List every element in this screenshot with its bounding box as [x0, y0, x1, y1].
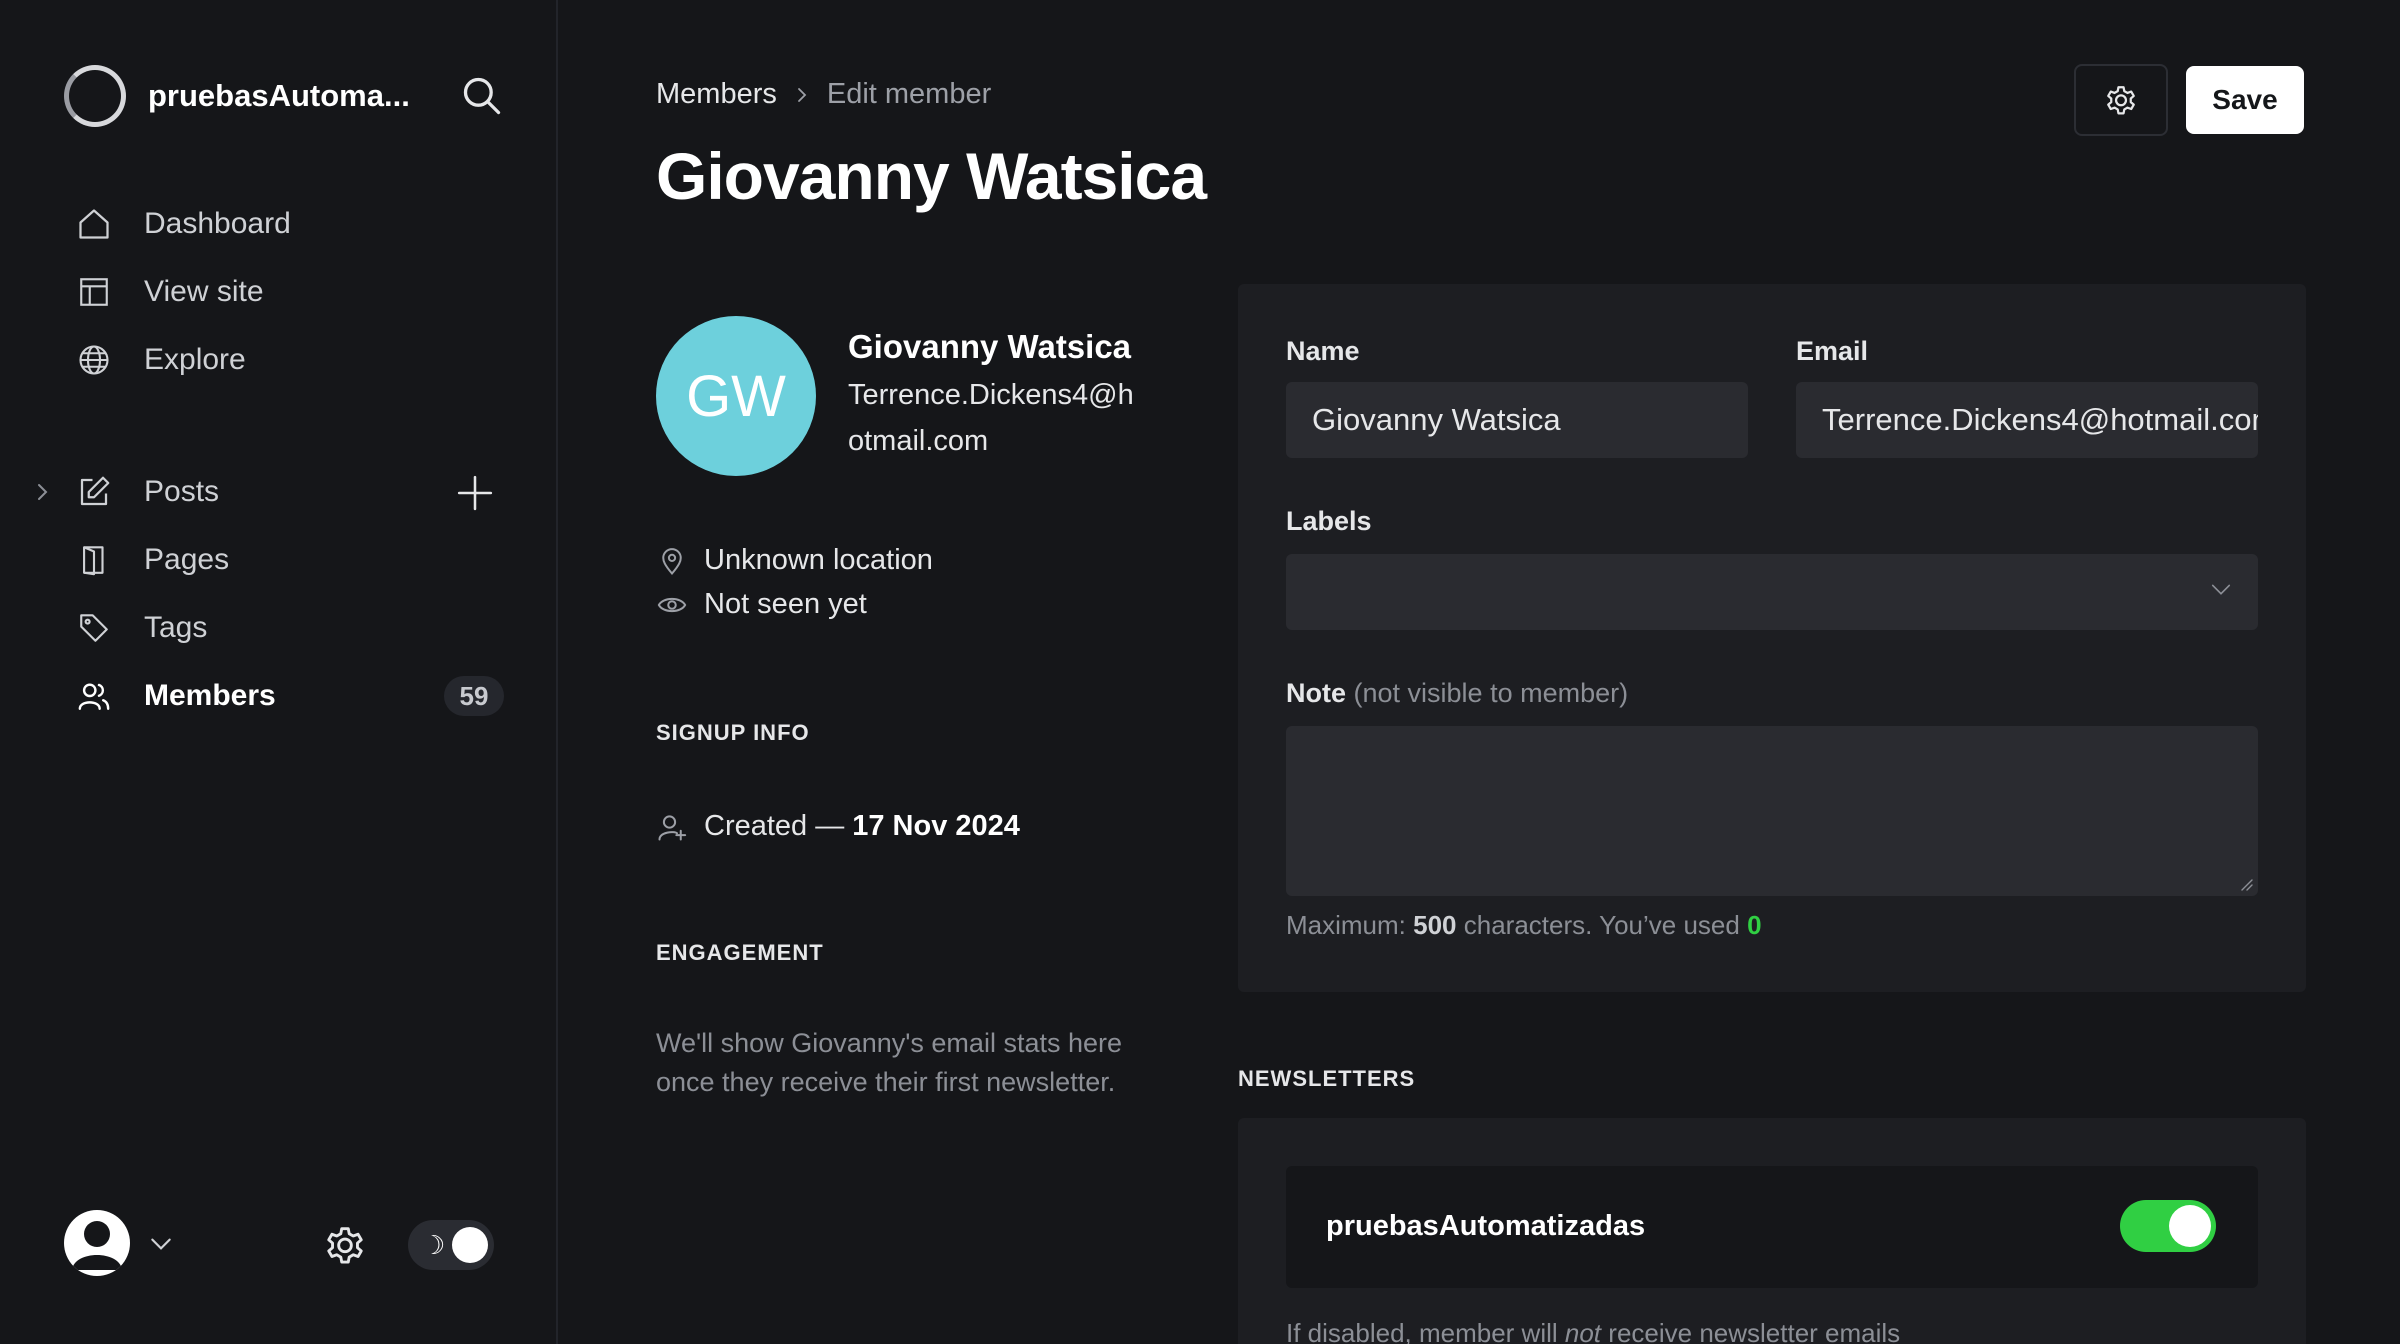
pages-icon — [74, 540, 114, 580]
created-date: 17 Nov 2024 — [852, 810, 1020, 842]
chevron-right-icon — [797, 87, 807, 102]
last-seen-text: Not seen yet — [704, 588, 867, 620]
sidebar-footer: ☽ — [64, 1210, 504, 1280]
toggle-knob — [2169, 1205, 2211, 1247]
gear-icon[interactable] — [322, 1222, 368, 1268]
newsletter-subscription-toggle[interactable] — [2120, 1200, 2216, 1252]
user-add-icon — [656, 811, 688, 843]
gear-icon — [2107, 86, 2135, 115]
sidebar-item-label: View site — [144, 275, 264, 308]
chevron-right-icon[interactable] — [30, 480, 54, 504]
member-name: Giovanny Watsica — [848, 328, 1132, 365]
site-name: pruebasAutoma... — [148, 78, 410, 113]
chevron-down-icon[interactable] — [148, 1234, 174, 1254]
newsletter-hint-suffix: receive newsletter emails — [1608, 1318, 1901, 1344]
member-created: Created — 17 Nov 2024 — [656, 810, 1020, 843]
sidebar-item-label: Members — [144, 679, 276, 712]
created-label: Created — — [704, 810, 845, 842]
sidebar-item-label: Pages — [144, 543, 230, 576]
newsletters-heading: NEWSLETTERS — [1238, 1066, 1416, 1091]
labels-label: Labels — [1286, 506, 1372, 536]
member-last-seen: Not seen yet — [656, 588, 867, 621]
moon-icon: ☽ — [422, 1230, 446, 1260]
newsletter-row: pruebasAutomatizadas — [1286, 1166, 2258, 1288]
location-text: Unknown location — [704, 544, 933, 576]
content-nav: Posts Pages Tags Members 59 — [38, 458, 504, 730]
tag-icon — [74, 608, 114, 648]
layout-icon — [74, 272, 114, 312]
newsletter-hint-prefix: If disabled, member will — [1286, 1318, 1558, 1344]
site-brand[interactable]: pruebasAutoma... — [64, 64, 504, 128]
member-location: Unknown location — [656, 544, 933, 577]
plus-icon[interactable] — [456, 474, 494, 512]
member-avatar: GW — [656, 316, 816, 476]
member-email: Terrence.Dickens4@hotmail.com — [848, 379, 1134, 457]
members-count-badge: 59 — [444, 676, 504, 716]
eye-icon — [656, 589, 688, 621]
newsletter-hint-emphasis: not — [1564, 1318, 1602, 1344]
toggle-knob — [452, 1227, 488, 1263]
edit-icon — [74, 472, 114, 512]
member-settings-button[interactable] — [2074, 64, 2168, 136]
char-count-prefix: Maximum: — [1286, 910, 1406, 940]
search-icon[interactable] — [460, 74, 504, 118]
char-count-middle: characters. You’ve used — [1463, 910, 1740, 940]
note-label: Note (not visible to member) — [1286, 678, 1628, 709]
breadcrumb: Members Edit member — [656, 78, 991, 111]
note-character-count: Maximum: 500 characters. You’ve used 0 — [1286, 910, 1762, 941]
newsletter-name: pruebasAutomatizadas — [1326, 1210, 1646, 1242]
note-label-text: Note — [1286, 678, 1346, 708]
sidebar-item-pages[interactable]: Pages — [64, 526, 504, 594]
newsletter-hint: If disabled, member will not receive new… — [1286, 1318, 1900, 1344]
sidebar-item-label: Explore — [144, 343, 246, 376]
user-silhouette-icon — [72, 1221, 122, 1270]
sidebar-item-members[interactable]: Members 59 — [64, 662, 504, 730]
app-root: pruebasAutoma... Dashboard View site Exp… — [0, 0, 2400, 1344]
save-button[interactable]: Save — [2186, 66, 2304, 134]
sidebar-item-view-site[interactable]: View site — [64, 258, 504, 326]
sidebar-item-label: Tags — [144, 611, 208, 644]
char-count-used: 0 — [1747, 910, 1762, 940]
resize-handle-icon[interactable] — [2238, 876, 2254, 892]
sidebar-item-explore[interactable]: Explore — [64, 326, 504, 394]
member-form-card: Name Giovanny Watsica Email Terrence.Dic… — [1238, 284, 2306, 992]
home-icon — [74, 204, 114, 244]
page-title: Giovanny Watsica — [656, 139, 1207, 213]
sidebar-item-dashboard[interactable]: Dashboard — [64, 190, 504, 258]
engagement-heading: ENGAGEMENT — [656, 940, 824, 965]
name-field[interactable]: Giovanny Watsica — [1286, 382, 1748, 458]
sidebar-item-tags[interactable]: Tags — [64, 594, 504, 662]
email-field[interactable]: Terrence.Dickens4@hotmail.com — [1796, 382, 2258, 458]
note-label-hint: (not visible to member) — [1353, 678, 1629, 708]
sidebar: pruebasAutoma... Dashboard View site Exp… — [0, 0, 558, 1344]
user-avatar[interactable] — [64, 1210, 130, 1276]
email-label: Email — [1796, 336, 1869, 366]
breadcrumb-members-link[interactable]: Members — [656, 78, 777, 111]
signup-info-heading: SIGNUP INFO — [656, 720, 810, 745]
main-content: Members Edit member Giovanny Watsica Sav… — [558, 0, 2400, 1344]
site-logo-icon — [64, 65, 126, 127]
theme-toggle[interactable]: ☽ — [408, 1220, 494, 1270]
newsletters-card: pruebasAutomatizadas If disabled, member… — [1238, 1118, 2306, 1344]
note-textarea[interactable] — [1286, 726, 2258, 896]
sidebar-item-posts[interactable]: Posts — [38, 458, 504, 526]
users-icon — [74, 676, 114, 716]
breadcrumb-current: Edit member — [826, 78, 992, 110]
location-pin-icon — [656, 545, 688, 577]
primary-nav: Dashboard View site Explore — [64, 190, 504, 394]
labels-select[interactable] — [1286, 554, 2258, 630]
char-count-max: 500 — [1413, 910, 1457, 940]
sidebar-item-label: Posts — [144, 475, 220, 508]
globe-icon — [74, 340, 114, 380]
chevron-down-icon — [2211, 584, 2231, 595]
engagement-text: We'll show Giovanny's email stats here o… — [656, 1028, 1123, 1097]
name-label: Name — [1286, 336, 1360, 366]
sidebar-item-label: Dashboard — [144, 207, 291, 240]
